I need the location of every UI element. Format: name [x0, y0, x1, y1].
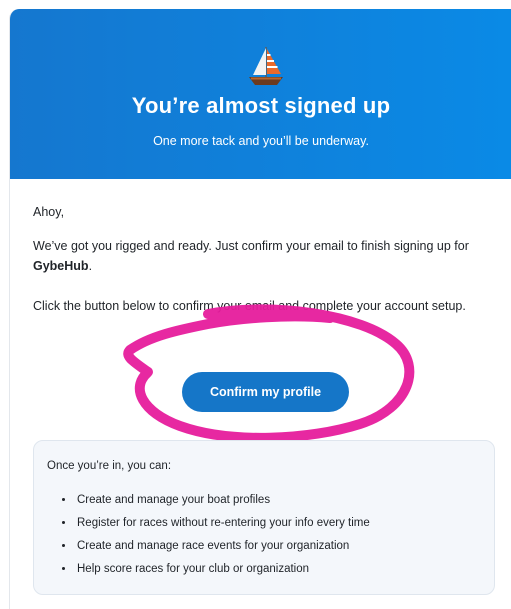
intro-paragraph: We’ve got you rigged and ready. Just con… [33, 236, 503, 276]
brand-name: GybeHub [33, 259, 89, 273]
email-subtitle: One more tack and you’ll be underway. [153, 134, 369, 148]
email-card: You’re almost signed up One more tack an… [9, 9, 511, 609]
benefits-panel: Once you’re in, you can: Create and mana… [33, 440, 495, 595]
intro-paragraph-end: . [88, 259, 93, 273]
email-title: You’re almost signed up [131, 93, 391, 118]
benefits-intro: Once you’re in, you can: [47, 460, 172, 472]
list-item: Create and manage race events for your o… [75, 535, 370, 558]
confirm-profile-button[interactable]: Confirm my profile [182, 372, 349, 412]
email-header-banner: You’re almost signed up One more tack an… [10, 9, 511, 179]
benefits-list: Create and manage your boat profiles Reg… [47, 489, 370, 581]
greeting-text: Ahoy, [33, 205, 65, 219]
sailboat-icon [249, 47, 283, 85]
intro-paragraph-text: We’ve got you rigged and ready. Just con… [33, 239, 469, 253]
list-item: Help score races for your club or organi… [75, 558, 370, 581]
list-item: Create and manage your boat profiles [75, 489, 370, 512]
list-item: Register for races without re-entering y… [75, 512, 370, 535]
instruction-paragraph: Click the button below to confirm your e… [33, 299, 466, 313]
